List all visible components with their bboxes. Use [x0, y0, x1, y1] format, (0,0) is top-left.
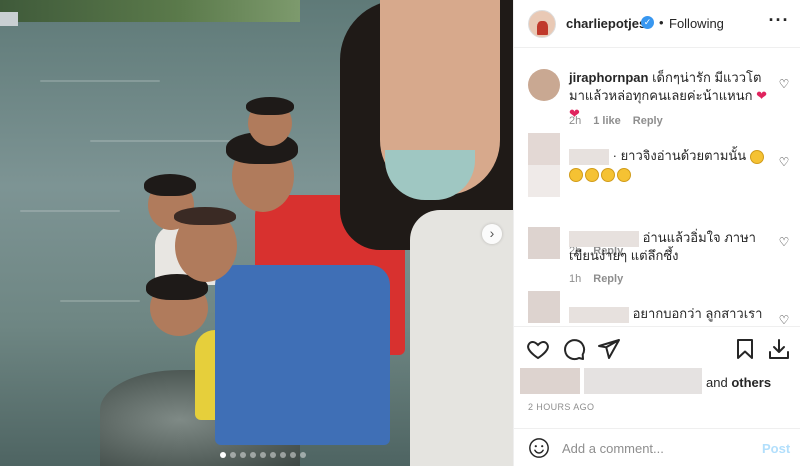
- kid-hair: [144, 174, 196, 196]
- post-actions-bar: [514, 326, 800, 370]
- grin-emoji-icon: [601, 167, 615, 182]
- carousel-next-icon[interactable]: ›: [482, 224, 502, 244]
- comment-text: · ยาวจิงอ่านด้วยตามนั้น: [612, 148, 747, 163]
- carousel-dot: [220, 452, 226, 458]
- carousel-dot: [300, 452, 306, 458]
- reply-button[interactable]: Reply: [633, 115, 663, 127]
- author-avatar[interactable]: [528, 10, 556, 38]
- carousel-dot: [290, 452, 296, 458]
- comment-bubble-icon[interactable]: [562, 337, 586, 361]
- comment-time: 1h: [569, 273, 582, 285]
- comment-body: · ยาวจิงอ่านด้วยตามนั้น: [569, 147, 769, 183]
- header-separator: •: [659, 15, 664, 30]
- like-comment-heart-icon[interactable]: ♡: [777, 155, 791, 169]
- post-header: charliepotjes ✓ • Following ···: [514, 0, 800, 48]
- water-ripple: [60, 300, 140, 302]
- share-paper-plane-icon[interactable]: [597, 337, 621, 361]
- post-comment-button[interactable]: Post: [762, 441, 790, 456]
- carousel-dots: [220, 452, 306, 458]
- grin-emoji-icon: [617, 167, 631, 182]
- kid-hair: [246, 97, 294, 115]
- kid-hair: [174, 207, 236, 225]
- man-shirt: [410, 210, 513, 466]
- likes-and: and: [706, 375, 728, 390]
- comments-list[interactable]: jiraphornpan เด็กๆน่ารัก มีแววโตมาแล้วหล…: [514, 49, 800, 325]
- commenter-avatar[interactable]: [528, 291, 560, 323]
- grin-emoji-icon: [569, 167, 583, 182]
- emoji-smile-icon[interactable]: [528, 437, 550, 459]
- comment-time: 2h: [569, 115, 582, 127]
- bookmark-icon[interactable]: [733, 337, 757, 361]
- carousel-dot: [230, 452, 236, 458]
- reply-button[interactable]: Reply: [593, 273, 623, 285]
- post-side-panel: charliepotjes ✓ • Following ··· jiraphor…: [513, 0, 800, 466]
- water-ripple: [20, 210, 120, 212]
- likes-others[interactable]: others: [731, 375, 771, 390]
- add-comment-bar: Post: [514, 428, 800, 466]
- carousel-dot: [250, 452, 256, 458]
- commenter-avatar[interactable]: [528, 69, 560, 101]
- hidden-username: [569, 306, 629, 323]
- hidden-username: [569, 230, 639, 247]
- far-shore: [0, 0, 300, 22]
- commenter-avatar[interactable]: [528, 133, 560, 197]
- more-options-icon[interactable]: ···: [767, 10, 791, 34]
- commenter-avatar[interactable]: [528, 227, 560, 259]
- post-timestamp[interactable]: 2 HOURS AGO: [528, 402, 594, 412]
- comment-body: อยากบอกว่า ลูกสาวเรา เปิด: [569, 305, 769, 325]
- like-heart-icon[interactable]: [526, 337, 550, 361]
- following-button[interactable]: Following: [669, 16, 724, 31]
- like-comment-heart-icon[interactable]: ♡: [777, 313, 791, 325]
- comment-likes[interactable]: 1 like: [593, 115, 621, 127]
- comment-body: อ่านแล้วอิ่มใจ ภาษาเขียนง่ายๆ แต่ลึกซึ้ง: [569, 229, 769, 265]
- post-photo[interactable]: ›: [0, 0, 513, 466]
- carousel-dot: [270, 452, 276, 458]
- hidden-liker-name: [584, 368, 702, 394]
- grin-emoji-icon: [585, 167, 599, 182]
- author-username[interactable]: charliepotjes: [566, 16, 646, 31]
- likes-summary[interactable]: and others: [706, 375, 771, 390]
- carousel-dot: [260, 452, 266, 458]
- carousel-dot: [240, 452, 246, 458]
- like-comment-heart-icon[interactable]: ♡: [777, 235, 791, 249]
- hidden-username: [569, 148, 609, 165]
- comment-input[interactable]: [562, 437, 752, 459]
- comment-meta: 1h Reply: [569, 273, 623, 285]
- hidden-liker-avatar: [520, 368, 580, 394]
- far-building: [0, 12, 18, 26]
- verified-badge-icon: ✓: [641, 16, 654, 29]
- carousel-dot: [280, 452, 286, 458]
- like-comment-heart-icon[interactable]: ♡: [777, 77, 791, 91]
- water-ripple: [90, 140, 250, 142]
- liked-by-row[interactable]: and others: [520, 366, 800, 396]
- grin-emoji-icon: [749, 149, 764, 164]
- comment-meta: 2h 1 like Reply: [569, 115, 663, 127]
- comment-username[interactable]: jiraphornpan: [569, 70, 648, 85]
- download-icon[interactable]: [767, 337, 791, 361]
- water-ripple: [40, 80, 160, 82]
